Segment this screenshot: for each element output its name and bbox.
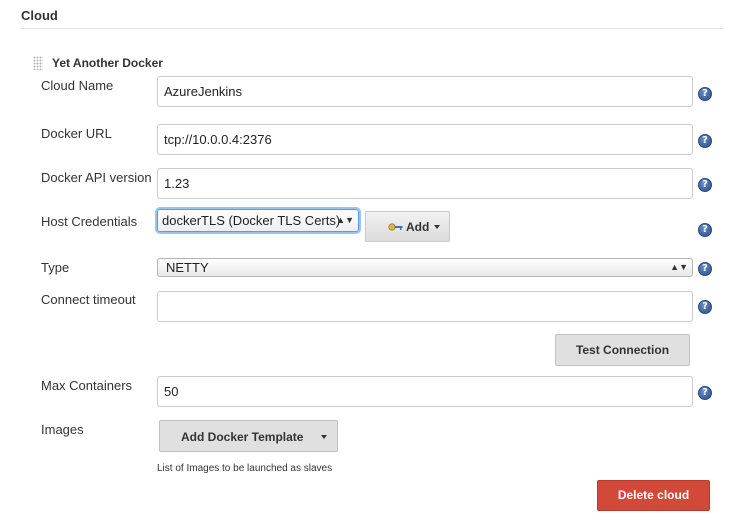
caret-down-icon xyxy=(321,435,327,439)
docker-url-input[interactable] xyxy=(157,124,693,155)
drag-handle-icon[interactable] xyxy=(33,56,43,70)
add-docker-template-button[interactable]: Add Docker Template xyxy=(159,420,338,452)
connect-timeout-input[interactable] xyxy=(157,291,693,322)
type-selected-value: NETTY xyxy=(166,260,209,275)
host-credentials-select[interactable]: dockerTLS (Docker TLS Certs) ▲▼ xyxy=(157,209,359,232)
add-credentials-label: Add xyxy=(406,220,430,234)
host-credentials-label: Host Credentials xyxy=(41,214,138,229)
type-label: Type xyxy=(41,260,70,275)
docker-api-version-input[interactable] xyxy=(157,168,693,199)
help-icon[interactable]: ? xyxy=(698,386,712,400)
help-icon[interactable]: ? xyxy=(698,178,712,192)
caret-down-icon xyxy=(434,225,440,229)
connect-timeout-label: Connect timeout xyxy=(41,292,136,307)
section-divider xyxy=(21,28,723,29)
help-icon[interactable]: ? xyxy=(698,300,712,314)
host-credentials-selected-value: dockerTLS (Docker TLS Certs) xyxy=(162,213,341,228)
images-label: Images xyxy=(41,422,84,437)
key-icon xyxy=(388,223,403,231)
delete-cloud-button[interactable]: Delete cloud xyxy=(597,480,710,511)
max-containers-label: Max Containers xyxy=(41,378,133,393)
test-connection-button[interactable]: Test Connection xyxy=(555,334,690,366)
select-arrows-icon: ▲▼ xyxy=(336,215,354,225)
help-icon[interactable]: ? xyxy=(698,134,712,148)
images-description: List of Images to be launched as slaves xyxy=(157,463,333,474)
add-credentials-button[interactable]: Add xyxy=(365,211,450,242)
section-header: Cloud xyxy=(21,8,58,23)
cloud-name-label: Cloud Name xyxy=(41,78,114,93)
help-icon[interactable]: ? xyxy=(698,87,712,101)
cloud-name-input[interactable] xyxy=(157,76,693,107)
docker-api-version-label: Docker API version xyxy=(41,170,152,185)
select-arrows-icon: ▲▼ xyxy=(670,262,688,272)
docker-url-label: Docker URL xyxy=(41,126,112,141)
help-icon[interactable]: ? xyxy=(698,262,712,276)
cloud-block-title: Yet Another Docker xyxy=(52,56,163,70)
type-select[interactable]: NETTY ▲▼ xyxy=(157,258,693,277)
max-containers-input[interactable] xyxy=(157,376,693,407)
add-docker-template-label: Add Docker Template xyxy=(181,430,304,444)
help-icon[interactable]: ? xyxy=(698,223,712,237)
